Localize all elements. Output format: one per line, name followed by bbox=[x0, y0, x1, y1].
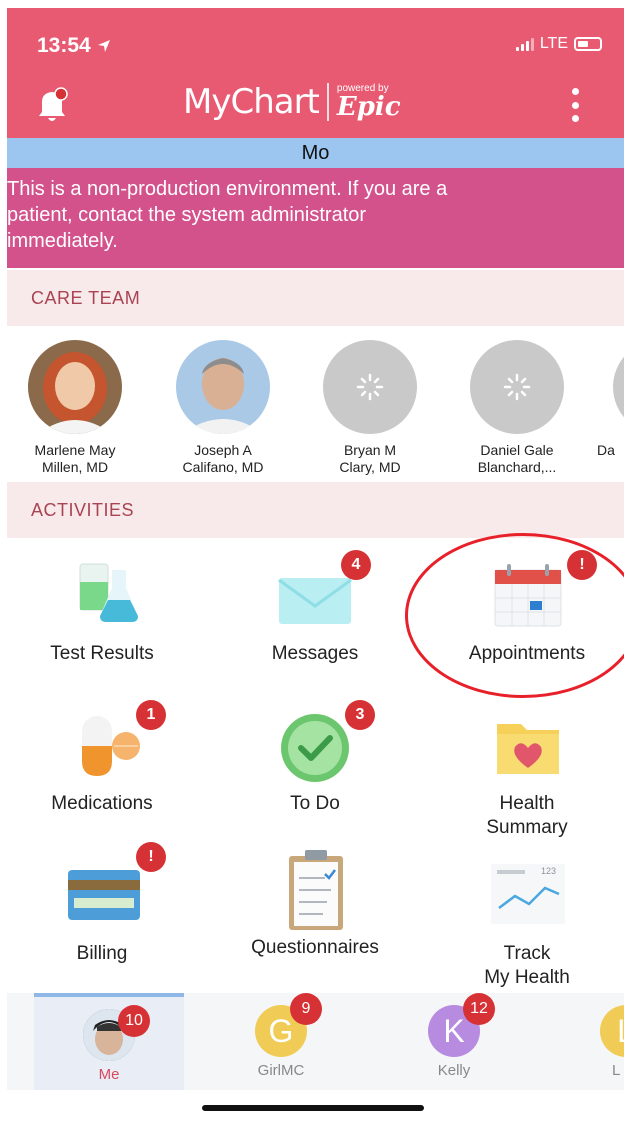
activity-billing[interactable]: ! Billing bbox=[7, 842, 197, 966]
activity-to-do[interactable]: 3 To Do bbox=[220, 700, 410, 816]
care-team-member[interactable]: Marlene May Millen, MD bbox=[9, 340, 141, 476]
activity-test-results[interactable]: Test Results bbox=[7, 556, 197, 666]
avatar: L bbox=[600, 1005, 624, 1057]
tab-label: Kelly bbox=[437, 1062, 471, 1079]
medications-badge: 1 bbox=[136, 700, 166, 730]
activity-label: Medications bbox=[51, 793, 153, 814]
care-team-header: CARE TEAM bbox=[7, 270, 624, 326]
app-screen: 13:54 LTE MyChart powered by Epic Mo Thi… bbox=[7, 8, 624, 1132]
tab-label: Me bbox=[98, 1066, 120, 1083]
tab-label: GirlMC bbox=[257, 1062, 305, 1079]
tab-label: L bbox=[612, 1062, 621, 1079]
signal-icon bbox=[515, 37, 534, 51]
activity-label: Billing bbox=[76, 943, 128, 964]
activity-track-my-health[interactable]: 123 Track My Health bbox=[432, 856, 622, 990]
mychart-logo: MyChart powered by Epic bbox=[183, 82, 401, 122]
checkmark-clock-icon: 3 bbox=[265, 700, 375, 786]
network-label: LTE bbox=[539, 35, 568, 52]
care-team-member[interactable]: Daniel Gale Blanchard,... bbox=[451, 340, 583, 476]
activity-label: To Do bbox=[290, 793, 340, 814]
member-name: Joseph A Califano, MD bbox=[182, 442, 264, 475]
tab-badge: 12 bbox=[463, 993, 495, 1025]
status-indicators: LTE bbox=[515, 35, 602, 53]
folder-heart-icon bbox=[477, 706, 577, 786]
member-name: Bryan M Clary, MD bbox=[339, 442, 401, 475]
activity-label: Track My Health bbox=[484, 943, 570, 988]
logo-text: MyChart bbox=[183, 82, 320, 122]
care-team-member[interactable]: Da bbox=[597, 340, 624, 459]
loading-spinner-icon bbox=[470, 340, 564, 434]
epic-logo: powered by Epic bbox=[336, 83, 401, 122]
activity-questionnaires[interactable]: Questionnaires bbox=[220, 846, 410, 960]
tab-badge: 9 bbox=[290, 993, 322, 1025]
care-team-member[interactable]: Bryan M Clary, MD bbox=[304, 340, 436, 476]
activity-label: Questionnaires bbox=[251, 937, 379, 958]
tab-me[interactable]: 10 Me bbox=[34, 993, 184, 1090]
activity-messages[interactable]: 4 Messages bbox=[220, 550, 410, 666]
activity-label: Messages bbox=[271, 643, 359, 664]
location-arrow-icon bbox=[97, 40, 110, 53]
logo-divider bbox=[326, 83, 329, 121]
non-production-warning: This is a non-production environment. If… bbox=[7, 168, 624, 268]
billing-alert-badge: ! bbox=[136, 842, 166, 872]
trend-chart-icon: 123 bbox=[477, 856, 577, 936]
tab-next-profile[interactable]: L L bbox=[552, 993, 624, 1090]
loading-spinner-icon bbox=[323, 340, 417, 434]
member-name: Da bbox=[597, 442, 615, 458]
profile-switcher-bar: 10 Me G 9 GirlMC K 12 Kelly L L bbox=[7, 993, 624, 1090]
highlight-circle bbox=[405, 533, 624, 698]
tab-badge: 10 bbox=[118, 1005, 150, 1037]
clipboard-icon bbox=[265, 846, 365, 936]
to-do-badge: 3 bbox=[345, 700, 375, 730]
credit-card-icon: ! bbox=[52, 842, 166, 936]
test-tubes-icon bbox=[52, 556, 152, 636]
tab-girlmc[interactable]: G 9 GirlMC bbox=[206, 993, 356, 1090]
activity-medications[interactable]: 1 Medications bbox=[7, 700, 197, 816]
care-team-member[interactable]: Joseph A Califano, MD bbox=[157, 340, 289, 476]
activity-label: Health Summary bbox=[486, 793, 568, 838]
status-time: 13:54 bbox=[37, 34, 111, 58]
tab-kelly[interactable]: K 12 Kelly bbox=[379, 993, 529, 1090]
envelope-icon: 4 bbox=[265, 550, 371, 636]
home-indicator[interactable] bbox=[202, 1105, 424, 1111]
doctor-photo bbox=[28, 340, 122, 434]
activity-health-summary[interactable]: Health Summary bbox=[432, 706, 622, 840]
activities-header: ACTIVITIES bbox=[7, 482, 624, 538]
pills-icon: 1 bbox=[52, 700, 166, 786]
activity-label: Test Results bbox=[50, 643, 154, 664]
battery-icon bbox=[574, 37, 602, 51]
header-bar: 13:54 LTE MyChart powered by Epic bbox=[7, 8, 624, 138]
loading-spinner-icon bbox=[613, 340, 624, 434]
svg-text:123: 123 bbox=[541, 866, 556, 876]
doctor-photo bbox=[176, 340, 270, 434]
messages-badge: 4 bbox=[341, 550, 371, 580]
notification-bell-icon[interactable] bbox=[33, 86, 71, 126]
patient-name-bar: Mo bbox=[7, 138, 624, 168]
more-options-icon[interactable] bbox=[570, 88, 580, 122]
member-name: Daniel Gale Blanchard,... bbox=[477, 442, 557, 475]
member-name: Marlene May Millen, MD bbox=[34, 442, 116, 475]
